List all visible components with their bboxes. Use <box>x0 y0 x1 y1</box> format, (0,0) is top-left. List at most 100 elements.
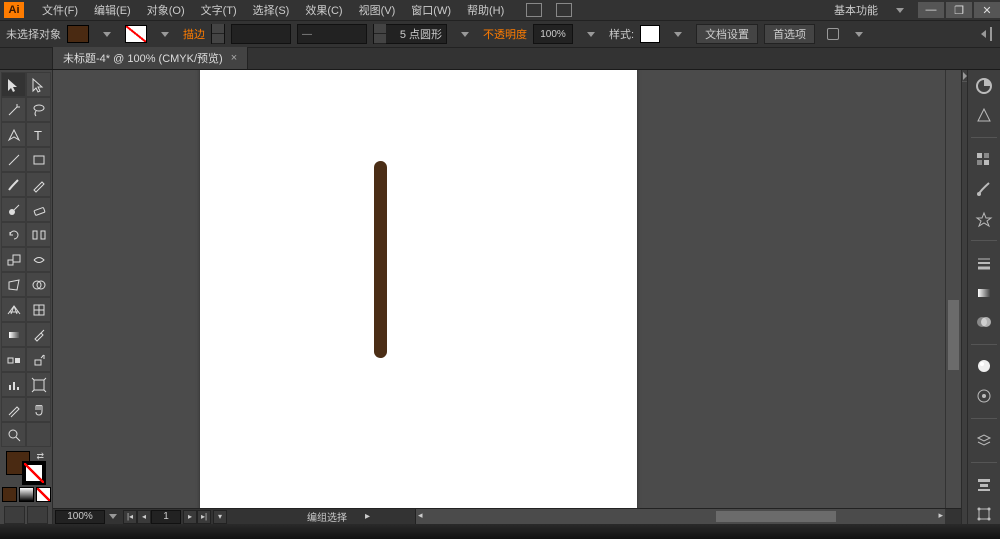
horizontal-scroll-thumb[interactable] <box>716 511 836 522</box>
reflect-tool[interactable] <box>26 222 51 247</box>
artboard-nav-dropdown[interactable]: ▾ <box>213 510 227 524</box>
full-screen-mode[interactable] <box>27 506 48 524</box>
opacity-input[interactable]: 100% <box>533 24 573 44</box>
chevron-down-icon[interactable] <box>103 32 111 37</box>
pen-tool[interactable] <box>1 122 26 147</box>
document-tab[interactable]: 未标题-4* @ 100% (CMYK/预览) × <box>53 47 248 69</box>
artboard-tool[interactable] <box>26 372 51 397</box>
shape-builder-tool[interactable] <box>26 272 51 297</box>
chevron-down-icon[interactable] <box>896 8 904 13</box>
horizontal-scrollbar[interactable]: ◂ ▸ <box>415 509 945 524</box>
appearance-icon[interactable] <box>973 357 995 377</box>
brush-definition-input[interactable] <box>373 24 447 44</box>
preferences-button[interactable]: 首选项 <box>764 24 815 44</box>
perspective-grid-tool[interactable] <box>1 297 26 322</box>
rectangle-tool[interactable] <box>26 147 51 172</box>
stroke-weight-input[interactable] <box>211 24 225 44</box>
arrange-docs-icon[interactable] <box>556 3 572 17</box>
vertical-scroll-thumb[interactable] <box>948 300 959 370</box>
vertical-scrollbar[interactable] <box>945 70 961 508</box>
gradient-mode-button[interactable] <box>19 487 34 502</box>
free-transform-tool[interactable] <box>1 272 26 297</box>
transform-icon[interactable] <box>973 504 995 524</box>
minimize-button[interactable]: — <box>918 2 944 18</box>
lasso-tool[interactable] <box>26 97 51 122</box>
blend-tool[interactable] <box>1 347 26 372</box>
opacity-label[interactable]: 不透明度 <box>483 26 527 42</box>
prev-artboard-button[interactable]: ◂ <box>137 510 151 524</box>
chevron-down-icon[interactable] <box>461 32 469 37</box>
swap-fill-stroke-icon[interactable]: ⇄ <box>36 451 44 462</box>
layers-icon[interactable] <box>973 431 995 451</box>
zoom-tool[interactable] <box>1 422 26 447</box>
rotate-tool[interactable] <box>1 222 26 247</box>
mesh-tool[interactable] <box>26 297 51 322</box>
eraser-tool[interactable] <box>26 197 51 222</box>
close-tab-icon[interactable]: × <box>231 52 237 64</box>
stroke-color-box[interactable] <box>22 461 46 485</box>
type-tool[interactable]: T <box>26 122 51 147</box>
brush-profile-select[interactable] <box>231 24 291 44</box>
width-tool[interactable] <box>26 247 51 272</box>
menu-help[interactable]: 帮助(H) <box>459 0 512 20</box>
collapse-icon[interactable] <box>981 30 986 38</box>
canvas-viewport[interactable] <box>53 70 961 508</box>
line-tool[interactable] <box>1 147 26 172</box>
chevron-down-icon[interactable] <box>674 32 682 37</box>
color-panel-icon[interactable] <box>973 76 995 96</box>
menu-edit[interactable]: 编辑(E) <box>86 0 139 20</box>
chevron-down-icon[interactable] <box>855 32 863 37</box>
menu-file[interactable]: 文件(F) <box>34 0 86 20</box>
close-button[interactable]: ✕ <box>974 2 1000 18</box>
stroke-label[interactable]: 描边 <box>183 26 205 42</box>
chevron-down-icon[interactable] <box>161 32 169 37</box>
eyedropper-tool[interactable] <box>26 322 51 347</box>
brush-definition-field[interactable] <box>386 28 446 40</box>
menu-type[interactable]: 文字(T) <box>193 0 245 20</box>
fill-stroke-indicator[interactable]: ⇄ <box>6 451 46 485</box>
direct-selection-tool[interactable] <box>26 72 51 97</box>
menu-object[interactable]: 对象(O) <box>139 0 193 20</box>
none-mode-button[interactable] <box>36 487 51 502</box>
chevron-down-icon[interactable] <box>109 514 117 519</box>
layout-icon[interactable] <box>526 3 542 17</box>
scale-tool[interactable] <box>1 247 26 272</box>
first-artboard-button[interactable]: |◂ <box>123 510 137 524</box>
gradient-icon[interactable] <box>973 283 995 303</box>
selection-tool[interactable] <box>1 72 26 97</box>
zoom-level-input[interactable]: 100% <box>55 510 105 524</box>
symbols-icon[interactable] <box>973 209 995 229</box>
column-graph-tool[interactable] <box>1 372 26 397</box>
stroke-panel-icon[interactable] <box>973 253 995 273</box>
graphic-styles-icon[interactable] <box>973 386 995 406</box>
artboard-number-input[interactable]: 1 <box>151 510 181 524</box>
artwork-stroke-shape[interactable] <box>374 161 387 358</box>
color-mode-button[interactable] <box>2 487 17 502</box>
pencil-tool[interactable] <box>26 172 51 197</box>
graphic-style-swatch[interactable] <box>640 25 660 43</box>
slice-tool[interactable] <box>1 397 26 422</box>
menu-effect[interactable]: 效果(C) <box>297 0 350 20</box>
align-to-icon[interactable] <box>825 26 841 42</box>
workspace-switcher[interactable]: 基本功能 <box>824 0 888 20</box>
color-guide-icon[interactable] <box>973 106 995 126</box>
paintbrush-tool[interactable] <box>1 172 26 197</box>
maximize-button[interactable]: ❐ <box>946 2 972 18</box>
menu-select[interactable]: 选择(S) <box>245 0 298 20</box>
symbol-sprayer-tool[interactable] <box>26 347 51 372</box>
swatches-icon[interactable] <box>973 150 995 170</box>
fill-swatch[interactable] <box>67 25 89 43</box>
blob-brush-tool[interactable] <box>1 197 26 222</box>
chevron-down-icon[interactable] <box>587 32 595 37</box>
next-artboard-button[interactable]: ▸ <box>183 510 197 524</box>
last-artboard-button[interactable]: ▸| <box>197 510 211 524</box>
gradient-tool[interactable] <box>1 322 26 347</box>
align-icon[interactable] <box>973 475 995 495</box>
transparency-icon[interactable] <box>973 312 995 332</box>
artboard[interactable] <box>200 70 637 508</box>
magic-wand-tool[interactable] <box>1 97 26 122</box>
document-setup-button[interactable]: 文档设置 <box>696 24 758 44</box>
stroke-profile-select[interactable]: — <box>297 24 367 44</box>
hand-tool[interactable] <box>26 397 51 422</box>
panel-menu-icon[interactable] <box>990 27 992 41</box>
